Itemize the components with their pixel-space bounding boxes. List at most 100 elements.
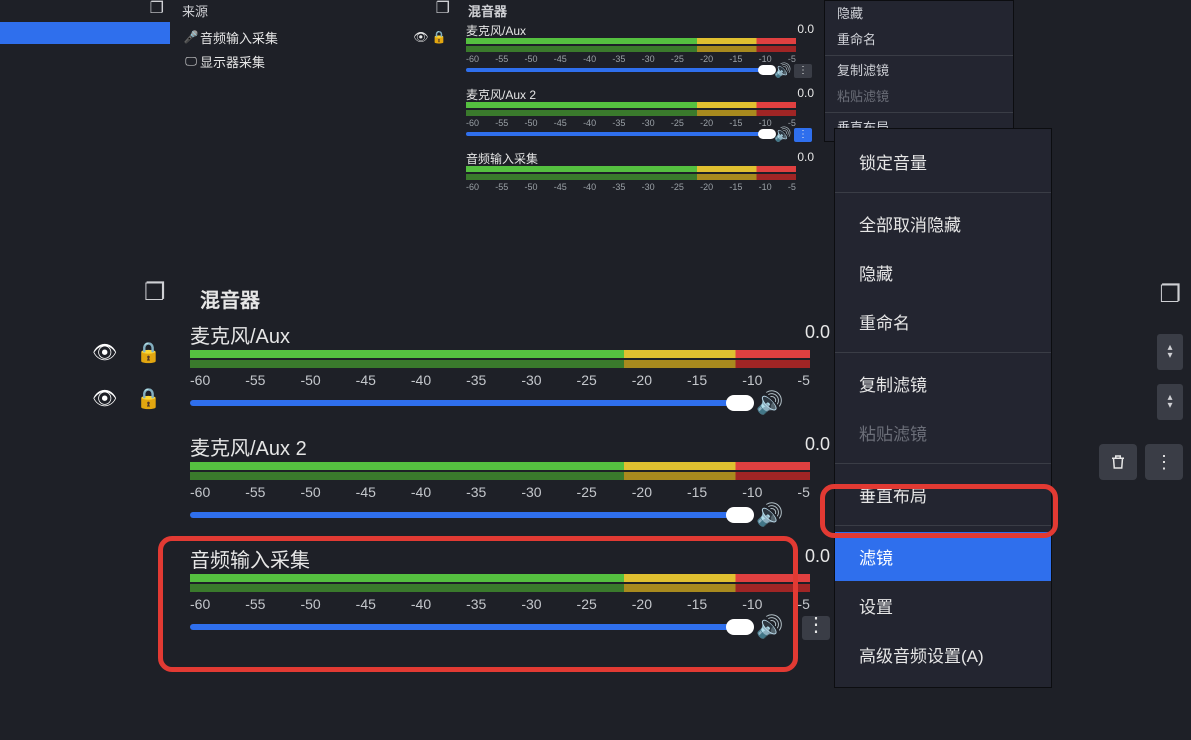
context-menu-zoom: 锁定音量 全部取消隐藏 隐藏 重命名 复制滤镜 粘贴滤镜 垂直布局 滤镜 设置 … — [834, 128, 1052, 688]
volume-slider[interactable] — [466, 68, 766, 72]
speaker-icon[interactable]: 🔊 — [756, 614, 783, 640]
tick-label: -45 — [554, 54, 567, 64]
tick-label: -30 — [642, 118, 655, 128]
tick-label: -25 — [671, 118, 684, 128]
vu-meter — [190, 472, 810, 480]
speaker-icon[interactable]: 🔊 — [756, 390, 783, 416]
visibility-icon[interactable]: 👁 — [92, 340, 117, 365]
tick-label: -35 — [466, 372, 486, 388]
tick-label: -45 — [356, 484, 376, 500]
tick-label: -60 — [466, 118, 479, 128]
menu-item-hide[interactable]: 隐藏 — [825, 1, 1013, 27]
menu-separator — [835, 525, 1051, 526]
menu-separator — [825, 55, 1013, 56]
tick-label: -10 — [759, 54, 772, 64]
menu-item-copy-filters[interactable]: 复制滤镜 — [825, 58, 1013, 84]
menu-item-rename[interactable]: 重命名 — [835, 297, 1051, 346]
db-ticks: -60-55-50-45-40-35-30-25-20-15-10-5 — [466, 118, 796, 128]
kebab-button[interactable]: ⋮ — [1145, 444, 1183, 480]
visibility-icon[interactable]: 👁 — [412, 30, 430, 44]
menu-item-copy-filters[interactable]: 复制滤镜 — [835, 359, 1051, 408]
menu-item-adv-audio[interactable]: 高级音频设置(A) — [835, 630, 1051, 679]
tick-label: -30 — [521, 484, 541, 500]
menu-item-filters[interactable]: 滤镜 — [835, 532, 1051, 581]
volume-slider[interactable] — [190, 400, 740, 406]
vu-meter — [190, 584, 810, 592]
channel-options-button[interactable]: ⋮ — [802, 616, 830, 640]
trash-button[interactable] — [1099, 444, 1137, 480]
menu-item-hide[interactable]: 隐藏 — [835, 248, 1051, 297]
tick-label: -15 — [729, 54, 742, 64]
tick-label: -5 — [797, 596, 809, 612]
tick-label: -25 — [671, 54, 684, 64]
spinner-up-down[interactable]: ▴▾ — [1157, 384, 1183, 420]
tick-label: -15 — [687, 484, 707, 500]
channel-db: 0.0 — [797, 22, 814, 36]
popout-icon[interactable]: ❐ — [1159, 280, 1181, 309]
channel-db: 0.0 — [805, 322, 830, 343]
speaker-icon[interactable]: 🔊 — [756, 502, 783, 528]
volume-slider[interactable] — [190, 624, 740, 630]
speaker-icon[interactable]: 🔊 — [774, 62, 791, 79]
menu-item-paste-filters: 粘贴滤镜 — [835, 408, 1051, 457]
menu-separator — [825, 112, 1013, 113]
tick-label: -25 — [671, 182, 684, 192]
channel-name: 麦克风/Aux — [466, 22, 526, 39]
menu-item-vertical-layout[interactable]: 垂直布局 — [835, 470, 1051, 519]
popout-icon[interactable]: ❐ — [144, 278, 172, 306]
tick-label: -25 — [577, 596, 597, 612]
tick-label: -45 — [554, 182, 567, 192]
popout-icon[interactable]: ❐ — [436, 0, 450, 18]
channel-options-button[interactable]: ⋮ — [794, 128, 812, 142]
channel-options-button[interactable]: ⋮ — [794, 64, 812, 78]
mixer-title: 混音器 — [200, 284, 260, 313]
mixer-header: 混音器 — [460, 0, 820, 20]
menu-separator — [835, 192, 1051, 193]
tick-label: -30 — [642, 182, 655, 192]
speaker-icon[interactable]: 🔊 — [774, 126, 791, 143]
db-ticks: -60-55-50-45-40-35-30-25-20-15-10-5 — [466, 54, 796, 64]
mixer-channel: 麦克风/Aux 0.0 -60-55-50-45-40-35-30-25-20-… — [466, 22, 814, 82]
tick-label: -40 — [411, 372, 431, 388]
menu-item-properties[interactable]: 设置 — [835, 581, 1051, 630]
channel-db: 0.0 — [797, 150, 814, 164]
vu-meter — [190, 574, 810, 582]
vu-meter — [190, 462, 810, 470]
mixer-channel: 麦克风/Aux 0.0 -60-55-50-45-40-35-30-25-20-… — [190, 318, 830, 426]
tick-label: -45 — [356, 596, 376, 612]
scene-row-selected[interactable] — [0, 22, 170, 44]
spinner-up-down[interactable]: ▴▾ — [1157, 334, 1183, 370]
tick-label: -55 — [245, 596, 265, 612]
tick-label: -20 — [700, 118, 713, 128]
tick-label: -40 — [583, 54, 596, 64]
visibility-icon[interactable]: 👁 — [92, 386, 117, 411]
vu-meter — [466, 46, 796, 52]
tick-label: -35 — [466, 484, 486, 500]
menu-item-lock-volume[interactable]: 锁定音量 — [835, 137, 1051, 186]
tick-label: -10 — [742, 484, 762, 500]
mixer-channel-highlighted: 音频输入采集 0.0 -60-55-50-45-40-35-30-25-20-1… — [190, 542, 830, 650]
volume-slider[interactable] — [466, 132, 766, 136]
sources-panel: 来源 ❐ 🎤 音频输入采集 👁 🔒 🖵 显示器采集 — [174, 0, 456, 210]
tick-label: -20 — [700, 54, 713, 64]
tick-label: -30 — [642, 54, 655, 64]
lock-icon[interactable]: 🔒 — [136, 340, 161, 365]
slider-knob[interactable] — [726, 619, 754, 635]
popout-icon[interactable]: ❐ — [150, 0, 164, 18]
menu-item-unhide-all[interactable]: 全部取消隐藏 — [835, 199, 1051, 248]
tick-label: -50 — [525, 118, 538, 128]
vu-meter — [190, 350, 810, 358]
tick-label: -40 — [411, 484, 431, 500]
lock-icon[interactable]: 🔒 — [136, 386, 161, 411]
channel-name: 麦克风/Aux 2 — [466, 86, 536, 103]
slider-knob[interactable] — [726, 395, 754, 411]
source-row-display[interactable]: 🖵 显示器采集 — [182, 50, 448, 72]
vu-meter — [190, 360, 810, 368]
slider-knob[interactable] — [726, 507, 754, 523]
volume-slider[interactable] — [190, 512, 740, 518]
source-row-audio[interactable]: 🎤 音频输入采集 👁 🔒 — [182, 26, 448, 48]
tick-label: -15 — [729, 182, 742, 192]
tick-label: -35 — [466, 596, 486, 612]
menu-item-rename[interactable]: 重命名 — [825, 27, 1013, 53]
lock-icon[interactable]: 🔒 — [430, 30, 448, 44]
